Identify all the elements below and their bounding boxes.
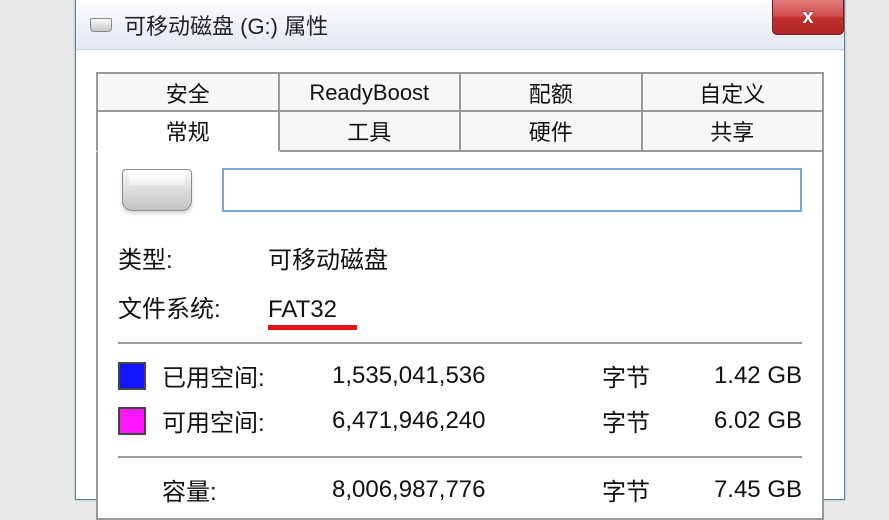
close-button[interactable]: x [772,0,844,35]
capacity-bytes: 8,006,987,776 [332,476,602,504]
free-space-row: 可用空间: 6,471,946,240 字节 6.02 GB [118,403,802,438]
used-unit: 字节 [602,358,672,393]
drive-large-icon [122,169,192,211]
annotation-underline [268,325,357,330]
capacity-gb: 7.45 GB [672,476,802,504]
free-swatch [118,407,146,435]
tab-quota[interactable]: 配额 [459,72,643,114]
close-icon: x [802,6,813,29]
drive-name-input[interactable] [222,168,802,212]
free-gb: 6.02 GB [672,407,802,435]
filesystem-label: 文件系统: [118,289,268,324]
filesystem-value-wrap: FAT32 [268,296,337,324]
tab-general[interactable]: 常规 [96,110,280,152]
filesystem-row: 文件系统: FAT32 [118,289,802,324]
type-label: 类型: [118,240,268,275]
free-unit: 字节 [602,403,672,438]
used-space-row: 已用空间: 1,535,041,536 字节 1.42 GB [118,358,802,393]
window-title: 可移动磁盘 (G:) 属性 [124,9,328,41]
free-bytes: 6,471,946,240 [332,407,602,435]
used-label: 已用空间: [162,358,332,393]
used-gb: 1.42 GB [672,362,802,390]
capacity-label: 容量: [118,472,332,507]
filesystem-value: FAT32 [268,296,337,323]
divider-2 [118,456,802,458]
used-bytes: 1,535,041,536 [332,362,602,390]
drive-icon [90,18,112,32]
tab-readyboost[interactable]: ReadyBoost [278,72,462,114]
used-swatch [118,362,146,390]
divider-1 [118,342,802,344]
tab-tools[interactable]: 工具 [278,110,462,152]
content-area: 安全 ReadyBoost 配额 自定义 常规 工具 硬件 共享 类型: 可移动… [76,50,844,520]
capacity-row: 容量: 8,006,987,776 字节 7.45 GB [118,472,802,507]
tab-customize[interactable]: 自定义 [641,72,825,114]
type-row: 类型: 可移动磁盘 [118,240,802,275]
tab-strip: 安全 ReadyBoost 配额 自定义 常规 工具 硬件 共享 [96,72,824,152]
capacity-unit: 字节 [602,472,672,507]
properties-window: 可移动磁盘 (G:) 属性 x 安全 ReadyBoost 配额 自定义 常规 … [75,0,845,500]
free-label: 可用空间: [162,403,332,438]
tab-panel-general: 类型: 可移动磁盘 文件系统: FAT32 已用空间: 1,535,041,53… [96,150,824,520]
tab-hardware[interactable]: 硬件 [459,110,643,152]
tab-row-front: 常规 工具 硬件 共享 [96,110,824,152]
drive-name-row [118,168,802,212]
tab-row-back: 安全 ReadyBoost 配额 自定义 [96,72,824,114]
tab-sharing[interactable]: 共享 [641,110,825,152]
titlebar[interactable]: 可移动磁盘 (G:) 属性 x [76,0,844,50]
type-value: 可移动磁盘 [268,240,388,275]
tab-security[interactable]: 安全 [96,72,280,114]
